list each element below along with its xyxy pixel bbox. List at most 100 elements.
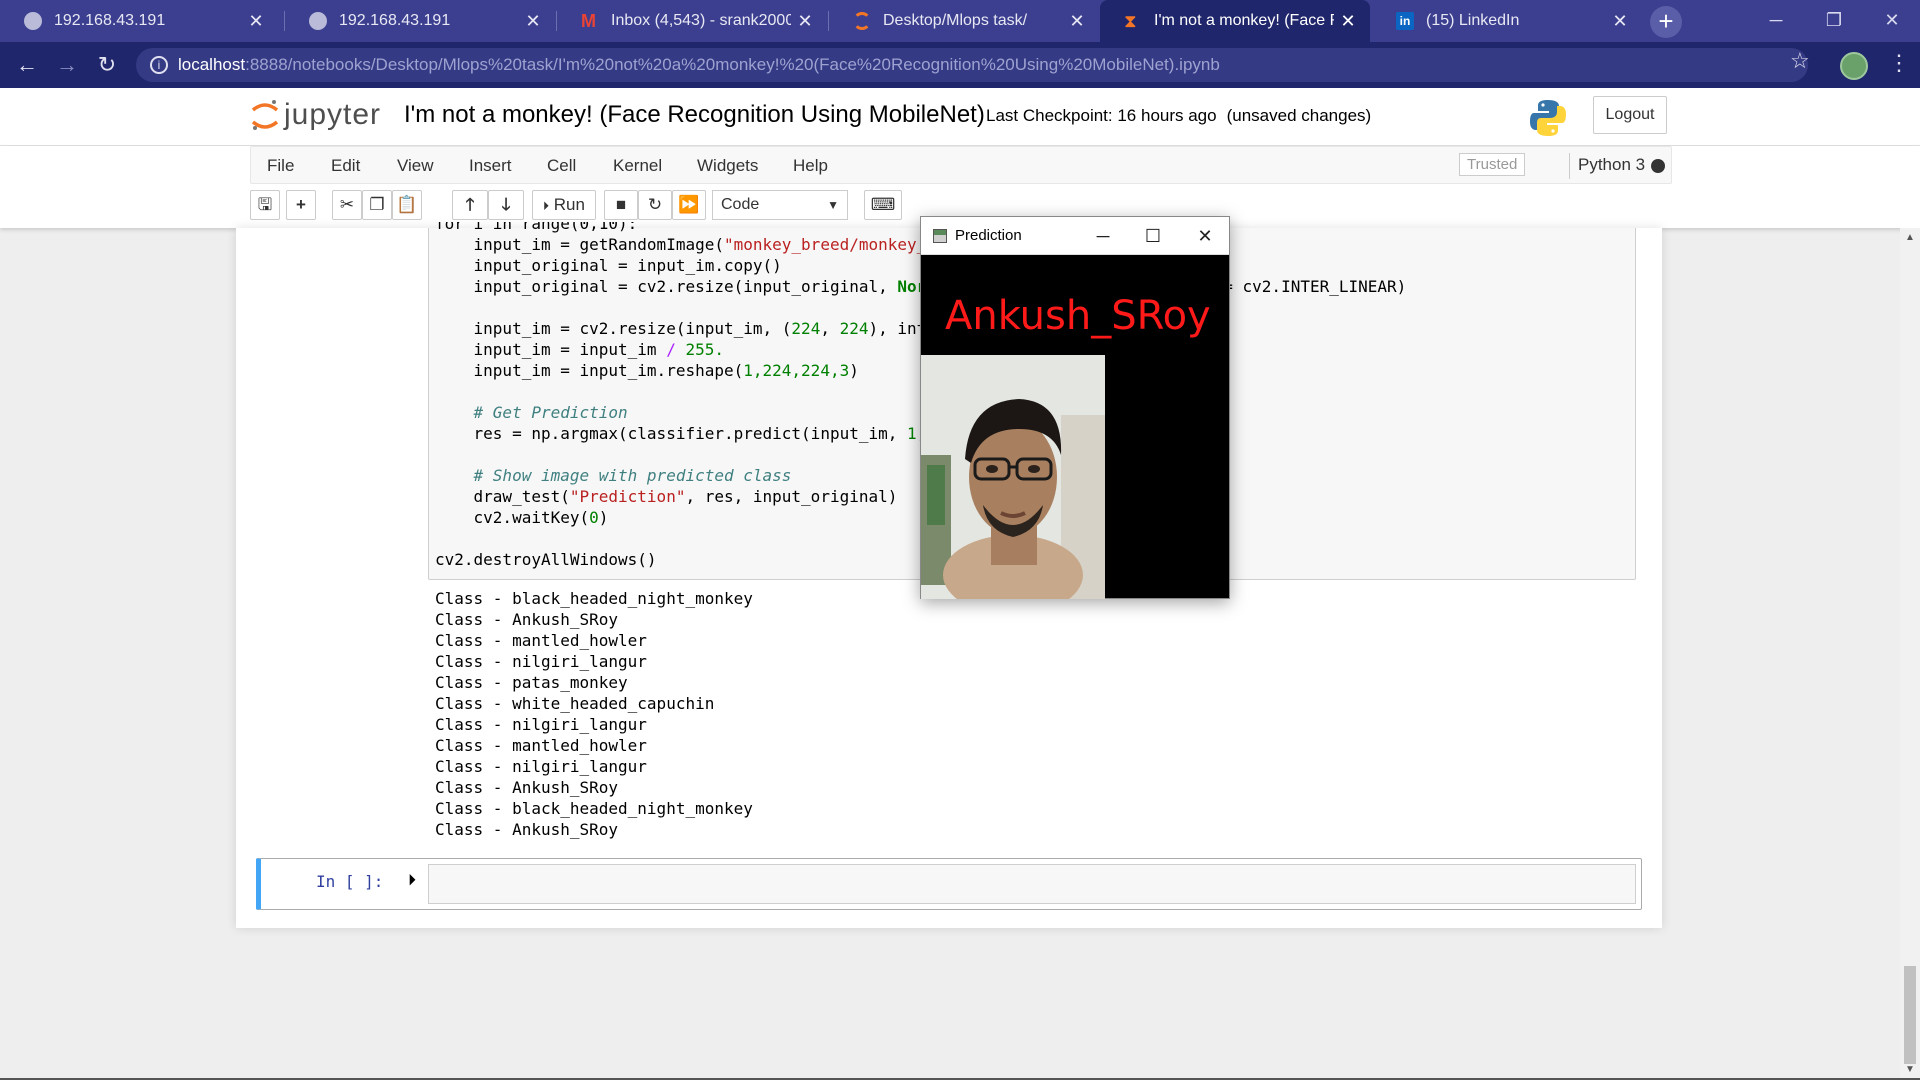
menubar: File Edit View Insert Cell Kernel Widget… — [250, 146, 1672, 184]
chevron-down-icon: ▼ — [827, 198, 839, 212]
output-line: Class - black_headed_night_monkey — [435, 589, 753, 608]
python-logo-icon — [1528, 98, 1568, 138]
cell-cursor-icon: ⏵ — [408, 872, 417, 889]
bookmark-star-icon[interactable]: ☆ — [1790, 48, 1810, 74]
output-line: Class - Ankush_SRoy — [435, 820, 619, 839]
close-window-icon[interactable]: ✕ — [1864, 0, 1920, 40]
globe-icon — [24, 12, 42, 30]
menu-widgets[interactable]: Widgets — [697, 156, 758, 176]
kernel-name: Python 3 — [1569, 153, 1645, 179]
menu-help[interactable]: Help — [793, 156, 828, 176]
output-line: Class - Ankush_SRoy — [435, 778, 619, 797]
close-tab-icon[interactable]: ✕ — [242, 11, 270, 32]
jupyter-icon — [853, 12, 871, 30]
empty-cell-input[interactable] — [428, 864, 1636, 904]
menu-kernel[interactable]: Kernel — [613, 156, 662, 176]
info-icon[interactable]: i — [150, 56, 168, 74]
new-tab-button[interactable]: + — [1650, 6, 1682, 38]
code-line: input_im = getRandomImage("monkey_breed/… — [435, 235, 927, 254]
back-arrow-icon[interactable]: ← — [10, 48, 44, 82]
code-line: input_im = cv2.resize(input_im, (224, 22… — [435, 319, 927, 338]
restore-window-icon[interactable]: ❐ — [1806, 0, 1862, 40]
output-line: Class - mantled_howler — [435, 736, 647, 755]
close-tab-icon[interactable]: ✕ — [1334, 11, 1362, 32]
scrollbar-thumb[interactable] — [1904, 966, 1916, 1064]
minimize-window-icon[interactable]: ─ — [1748, 0, 1804, 40]
browser-menu-icon[interactable]: ⋮ — [1888, 50, 1910, 76]
browser-tab-2[interactable]: 192.168.43.191 ✕ — [285, 0, 555, 42]
menu-cell[interactable]: Cell — [547, 156, 576, 176]
scroll-down-icon[interactable]: ▼ — [1905, 1064, 1915, 1075]
scroll-up-icon[interactable]: ▲ — [1905, 232, 1915, 243]
menu-insert[interactable]: Insert — [469, 156, 512, 176]
close-tab-icon[interactable]: ✕ — [1063, 11, 1091, 32]
output-line: Class - nilgiri_langur — [435, 652, 647, 671]
profile-avatar[interactable] — [1840, 52, 1868, 80]
restart-kernel-icon[interactable]: ↻ — [638, 190, 672, 220]
menu-view[interactable]: View — [397, 156, 434, 176]
step-forward-icon: ⏵ — [543, 199, 550, 213]
move-up-icon[interactable]: 🡑 — [452, 190, 488, 220]
close-icon[interactable]: ✕ — [1185, 221, 1225, 251]
run-button[interactable]: ⏵ Run — [532, 190, 596, 220]
menu-file[interactable]: File — [267, 156, 294, 176]
linkedin-icon: in — [1396, 12, 1414, 30]
browser-tab-strip: 192.168.43.191 ✕ 192.168.43.191 ✕ M Inbo… — [0, 0, 1920, 42]
gmail-icon: M — [581, 11, 596, 31]
copy-icon[interactable]: ❐ — [362, 190, 392, 220]
code-line: input_original = cv2.resize(input_origin… — [435, 277, 927, 296]
browser-tab-jupyter-tree[interactable]: Desktop/Mlops task/ ✕ — [829, 0, 1099, 42]
logout-button[interactable]: Logout — [1593, 96, 1667, 134]
maximize-icon[interactable]: ☐ — [1133, 221, 1173, 251]
browser-tab-gmail[interactable]: M Inbox (4,543) - srank2000@g ✕ — [557, 0, 827, 42]
code-line: input_im = input_im.reshape(1,224,224,3) — [435, 361, 859, 380]
browser-tab-notebook[interactable]: ⧗ I'm not a monkey! (Face Reco ✕ — [1100, 0, 1370, 42]
code-line: res = np.argmax(classifier.predict(input… — [435, 424, 927, 443]
keyboard-icon[interactable]: ⌨ — [864, 190, 902, 220]
prediction-window-titlebar[interactable]: Prediction ─ ☐ ✕ — [921, 217, 1229, 255]
paste-icon[interactable]: 📋 — [392, 190, 422, 220]
hourglass-icon: ⧗ — [1124, 11, 1137, 31]
page-scrollbar[interactable]: ▲ ▼ — [1900, 228, 1920, 1080]
face-photo — [921, 355, 1105, 599]
browser-tab-linkedin[interactable]: in (15) LinkedIn ✕ — [1372, 0, 1642, 42]
code-line: cv2.destroyAllWindows() — [435, 550, 657, 569]
trusted-indicator[interactable]: Trusted — [1459, 153, 1526, 176]
jupyter-logo[interactable]: jupyter — [250, 98, 381, 132]
browser-tab-1[interactable]: 192.168.43.191 ✕ — [0, 0, 278, 42]
globe-icon — [309, 12, 327, 30]
output-line: Class - Ankush_SRoy — [435, 610, 619, 629]
close-tab-icon[interactable]: ✕ — [1606, 11, 1634, 32]
notebook-title[interactable]: I'm not a monkey! (Face Recognition Usin… — [404, 101, 985, 129]
forward-arrow-icon[interactable]: → — [50, 48, 84, 82]
cut-icon[interactable]: ✂ — [332, 190, 362, 220]
window-app-icon — [933, 229, 947, 243]
interrupt-kernel-icon[interactable]: ■ — [604, 190, 638, 220]
close-tab-icon[interactable]: ✕ — [791, 11, 819, 32]
reload-icon[interactable]: ↻ — [90, 48, 124, 82]
predicted-class-label: Ankush_SRoy — [945, 293, 1211, 339]
address-bar[interactable]: i localhost:8888/notebooks/Desktop/Mlops… — [136, 48, 1808, 82]
code-line-tail: n = cv2.INTER_LINEAR) — [1204, 277, 1407, 296]
kernel-busy-indicator — [1651, 159, 1665, 173]
prediction-window[interactable]: Prediction ─ ☐ ✕ Ankush_SRoy — [920, 216, 1230, 599]
menu-edit[interactable]: Edit — [331, 156, 360, 176]
close-tab-icon[interactable]: ✕ — [519, 11, 547, 32]
code-line: draw_test("Prediction", res, input_origi… — [435, 487, 898, 506]
output-line: Class - nilgiri_langur — [435, 757, 647, 776]
cell-type-select[interactable]: Code ▼ — [712, 190, 848, 220]
insert-cell-icon[interactable]: + — [286, 190, 316, 220]
save-icon[interactable]: 🖫 — [250, 190, 280, 220]
minimize-icon[interactable]: ─ — [1083, 221, 1123, 251]
output-line: Class - patas_monkey — [435, 673, 628, 692]
output-line: Class - white_headed_capuchin — [435, 694, 715, 713]
jupyter-header: jupyter I'm not a monkey! (Face Recognit… — [0, 88, 1920, 146]
browser-toolbar: ← → ↻ i localhost:8888/notebooks/Desktop… — [0, 42, 1920, 88]
prediction-window-title: Prediction — [955, 227, 1022, 244]
output-line: Class - black_headed_night_monkey — [435, 799, 753, 818]
cell-prompt: In [ ]: — [316, 872, 384, 891]
code-line: input_im = input_im / 255. — [435, 340, 724, 359]
move-down-icon[interactable]: 🡓 — [488, 190, 524, 220]
restart-run-all-icon[interactable]: ⏩ — [672, 190, 706, 220]
code-line: cv2.waitKey(0) — [435, 508, 609, 527]
